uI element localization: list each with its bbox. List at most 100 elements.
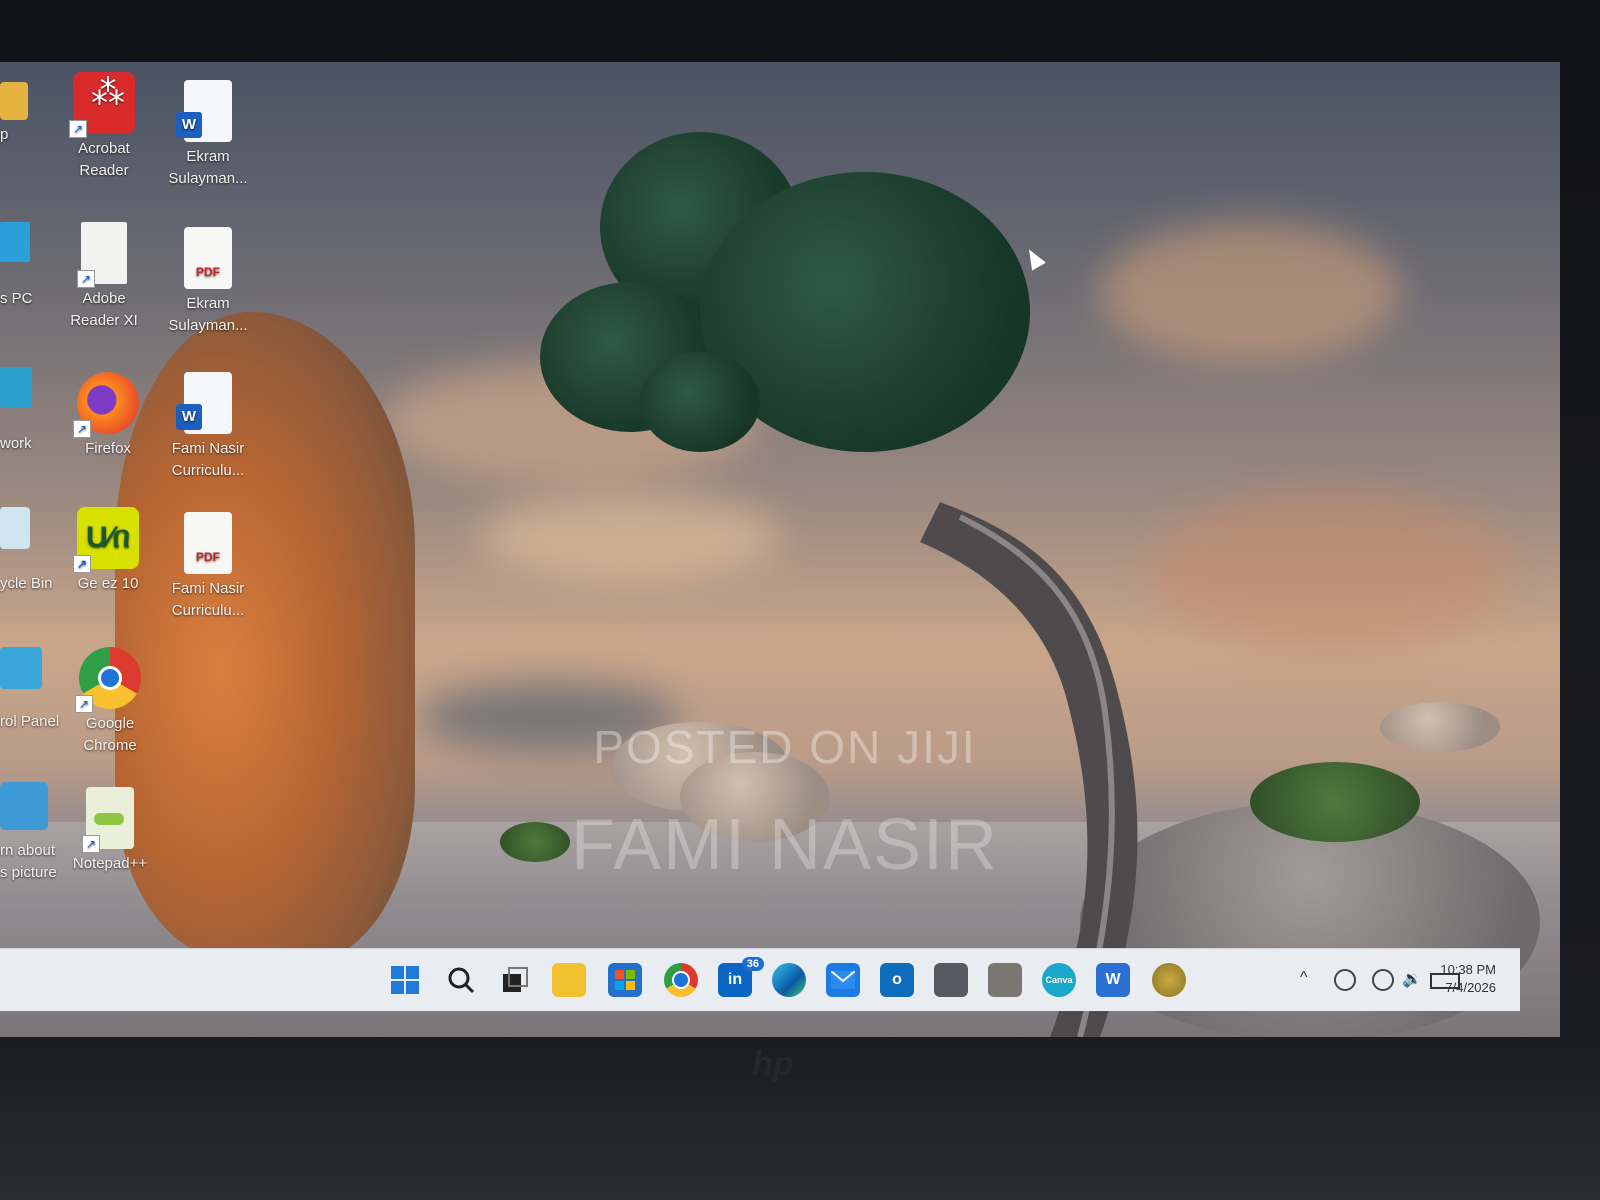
photo-app-icon[interactable] — [988, 963, 1022, 997]
icon-label: Firefox — [85, 440, 131, 457]
icon-label: work — [0, 435, 32, 452]
word-badge-icon: W — [176, 112, 202, 138]
word-badge-icon: W — [176, 404, 202, 430]
icon-label: Reader — [79, 162, 129, 179]
pdf-icon: PDF — [184, 227, 232, 289]
word-doc-icon: W — [176, 80, 232, 142]
wallpaper-bush — [1250, 762, 1420, 842]
watermark-posted: POSTED ON JIJI — [593, 721, 977, 773]
desktop-icon-adobe-reader-xi[interactable]: ↗ Adobe Reader XI — [54, 222, 154, 332]
notepad-icon: ↗ — [82, 787, 134, 853]
edge-icon[interactable] — [772, 963, 806, 997]
icon-label: Notepad++ — [72, 855, 148, 872]
icon-label: Reader XI — [70, 312, 138, 329]
desktop-icon-partial-this-pc[interactable]: s PC — [0, 222, 60, 310]
globe-icon[interactable] — [1372, 969, 1394, 991]
clock-time: 10:38 PM — [1440, 962, 1496, 977]
clock-date: 7/4/2026 — [1445, 980, 1496, 995]
icon-label: s PC — [0, 290, 33, 307]
desktop-icon-partial-network[interactable]: work — [0, 367, 60, 455]
wallpaper-tree-canopy — [640, 352, 760, 452]
taskbar: in 36 o Canva W ^ 🔉 10:38 PM 7/4/2026 — [0, 948, 1520, 1011]
desktop-screen: POSTED ON JIJI FAMI NASIR p s PC work yc… — [0, 62, 1560, 1037]
icon-label: Acrobat — [78, 140, 130, 157]
shortcut-arrow-icon: ↗ — [75, 695, 93, 713]
desktop-icon-partial-user[interactable]: p — [0, 82, 60, 146]
mail-icon[interactable] — [826, 963, 860, 997]
firefox-icon: ↗ — [73, 372, 139, 438]
desktop-icon-partial-recycle-bin[interactable]: ycle Bin — [0, 507, 60, 595]
system-clock[interactable]: 10:38 PM 7/4/2026 — [1440, 961, 1496, 997]
desktop-icon-partial-control-panel[interactable]: rol Panel — [0, 647, 60, 733]
picture-info-icon — [0, 782, 48, 830]
linkedin-label: in — [727, 971, 743, 988]
shortcut-arrow-icon: ↗ — [73, 555, 91, 573]
linkedin-icon[interactable]: in 36 — [718, 957, 764, 997]
wallpaper-boulder — [1380, 702, 1500, 752]
icon-label: Adobe — [82, 290, 126, 307]
icon-label: s picture — [0, 864, 57, 881]
store-icon[interactable] — [608, 963, 642, 997]
icon-label: Google — [85, 715, 135, 732]
shortcut-arrow-icon: ↗ — [77, 270, 95, 288]
volume-icon[interactable]: 🔉 — [1402, 969, 1422, 989]
icon-label: Sulayman... — [168, 317, 248, 334]
word-label: W — [1105, 971, 1121, 988]
mouse-cursor-icon — [1022, 245, 1046, 271]
monitor-icon — [0, 222, 30, 262]
hp-logo: hp — [752, 1045, 794, 1083]
icon-label: Ge ez 10 — [77, 575, 139, 592]
wallpaper-cloud — [1100, 222, 1400, 362]
canva-icon[interactable]: Canva — [1042, 963, 1076, 997]
network-status-icon[interactable] — [1334, 969, 1356, 991]
icon-label: Sulayman... — [168, 170, 248, 187]
icon-label: rol Panel — [0, 713, 60, 730]
canva-label: Canva — [1045, 975, 1073, 985]
icon-label: Curriculu... — [171, 462, 245, 479]
icon-label: Chrome — [83, 737, 137, 754]
desktop-icon-fami-word-doc[interactable]: W Fami Nasir Curriculu... — [158, 372, 258, 482]
control-panel-icon — [0, 647, 42, 689]
icon-label: rn about — [0, 842, 56, 859]
icon-label: Fami Nasir — [171, 440, 245, 457]
pdf-icon: PDF — [184, 512, 232, 574]
icon-label: Curriculu... — [171, 602, 245, 619]
desktop-icon-partial-learn-picture[interactable]: rn about s picture — [0, 782, 60, 884]
icon-label: Ekram — [186, 148, 230, 165]
shortcut-arrow-icon: ↗ — [73, 420, 91, 438]
file-explorer-icon[interactable] — [552, 963, 586, 997]
outlook-icon[interactable]: o — [880, 963, 914, 997]
chrome-icon: ↗ — [75, 647, 141, 713]
user-folder-icon — [0, 82, 28, 120]
desktop-icon-google-chrome[interactable]: ↗ Google Chrome — [60, 647, 160, 757]
start-icon[interactable] — [388, 963, 422, 997]
desktop-icon-ekram-word-doc[interactable]: W Ekram Sulayman... — [158, 80, 258, 190]
desktop-icon-geez-10[interactable]: U∕በ ↗ Ge ez 10 — [58, 507, 158, 595]
recycle-bin-icon — [0, 507, 30, 549]
desktop-icon-acrobat-reader[interactable]: ⁂ ↗ Acrobat Reader — [54, 72, 154, 182]
shortcut-arrow-icon: ↗ — [69, 120, 87, 138]
desktop-icon-notepad-plus[interactable]: ↗ Notepad++ — [60, 787, 160, 875]
word-doc-icon: W — [176, 372, 232, 434]
icon-label: Ekram — [186, 295, 230, 312]
blank-doc-icon: ↗ — [77, 222, 127, 288]
word-icon[interactable]: W — [1096, 963, 1130, 997]
shortcut-arrow-icon: ↗ — [82, 835, 100, 853]
desktop-icon-fami-pdf[interactable]: PDF Fami Nasir Curriculu... — [158, 512, 258, 622]
network-icon — [0, 367, 32, 407]
coin-app-icon[interactable] — [1152, 963, 1186, 997]
watermark-name: FAMI NASIR — [570, 805, 1000, 885]
desktop-icon-firefox[interactable]: ↗ Firefox — [58, 372, 158, 460]
acrobat-icon: ⁂ ↗ — [69, 72, 135, 138]
geez-icon: U∕በ ↗ — [73, 507, 139, 573]
tray-chevron-icon[interactable]: ^ — [1300, 969, 1308, 987]
notification-badge: 36 — [741, 957, 764, 971]
wallpaper-cloud — [480, 492, 780, 582]
search-icon[interactable] — [444, 963, 478, 997]
desktop-icon-ekram-pdf[interactable]: PDF Ekram Sulayman... — [158, 227, 258, 337]
app-icon[interactable] — [934, 963, 968, 997]
icon-label: p — [0, 126, 9, 143]
icon-label: ycle Bin — [0, 575, 53, 592]
task-view-icon[interactable] — [498, 963, 532, 997]
chrome-icon[interactable] — [664, 963, 698, 997]
